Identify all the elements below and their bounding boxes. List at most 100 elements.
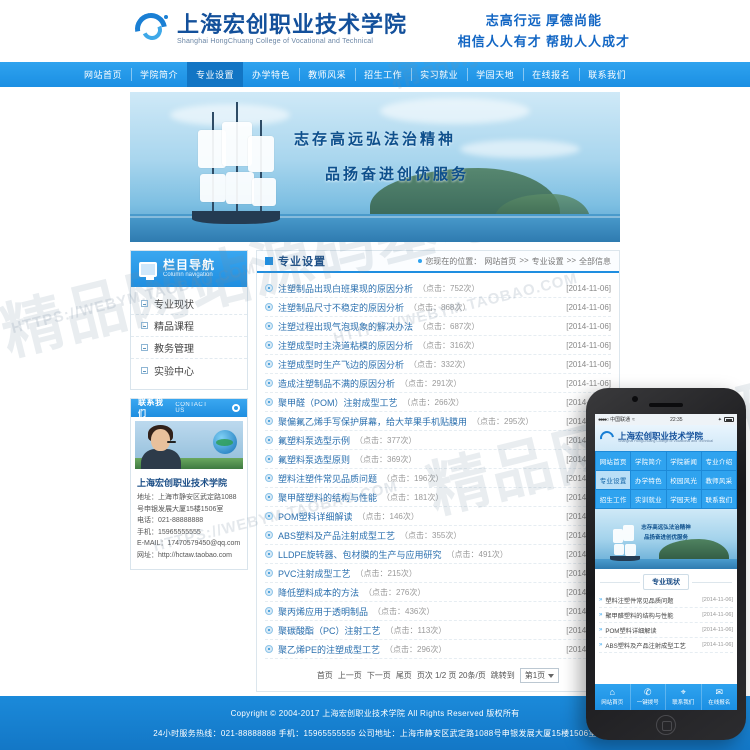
article-row[interactable]: POM塑料详细解读（点击：146次）[2014-11-06] [265, 507, 611, 526]
contact-email: E-MAIL：17470579450@qq.com [137, 540, 241, 548]
phone-nav-item-11[interactable]: 学园天地 [666, 490, 701, 508]
phone-article-row[interactable]: » POM塑料详细解读 [2014-11-06] [599, 623, 733, 638]
article-row[interactable]: 聚乙烯PE的注塑成型工艺（点击：296次）[2014-11-06] [265, 640, 611, 659]
article-row[interactable]: 注塑制品尺寸不稳定的原因分析 （点击：868次） [2014-11-06] [265, 298, 611, 317]
pager-next[interactable]: 下一页 [367, 670, 391, 681]
phone-article-row[interactable]: » 塑料注塑件常见品质问题 [2014-11-06] [599, 593, 733, 608]
nav-item-9[interactable]: 在线报名 [523, 62, 579, 87]
article-title[interactable]: 造成注塑制品不满的原因分析 [278, 377, 395, 390]
nav-item-1[interactable]: 网站首页 [75, 62, 131, 87]
article-title[interactable]: 注塑制品出现白班果现的原因分析 [278, 282, 413, 295]
phone-article-row[interactable]: » 聚甲醛塑料的结构与性能 [2014-11-06] [599, 608, 733, 623]
page-select[interactable]: 第1页 [519, 668, 560, 683]
article-title[interactable]: 聚丙烯应用于透明制品 [278, 605, 368, 618]
sidebar-item-label: 精品课程 [154, 322, 194, 333]
phone-nav-item-2[interactable]: 学院简介 [631, 452, 666, 470]
article-row[interactable]: 聚甲醛塑料的结构与性能（点击：181次）[2014-11-06] [265, 488, 611, 507]
pager-prev[interactable]: 上一页 [338, 670, 362, 681]
page-title: 专业设置 [278, 256, 326, 268]
phone-article-row[interactable]: » ABS塑料及产品注射成型工艺 [2014-11-06] [599, 638, 733, 653]
pager-first[interactable]: 首页 [317, 670, 333, 681]
article-row[interactable]: PVC注射成型工艺（点击：215次）[2014-11-06] [265, 564, 611, 583]
phone-article-title[interactable]: ABS塑料及产品注射成型工艺 [605, 641, 699, 650]
article-row[interactable]: 氟塑料泵选型原则（点击：369次）[2014-11-06] [265, 450, 611, 469]
article-title[interactable]: 塑料注塑件常见品质问题 [278, 472, 377, 485]
article-title[interactable]: 聚甲醛塑料的结构与性能 [278, 491, 377, 504]
article-row[interactable]: 氟塑料泵选型示例（点击：377次）[2014-11-06] [265, 431, 611, 450]
article-title[interactable]: 注塑成型时生产飞边的原因分析 [278, 358, 404, 371]
phone-article-title[interactable]: 聚甲醛塑料的结构与性能 [605, 611, 699, 620]
phone-nav-item-8[interactable]: 教师风采 [701, 471, 736, 489]
article-title[interactable]: 注塑成型时主浇道粘模的原因分析 [278, 339, 413, 352]
article-title[interactable]: 降低塑料成本的方法 [278, 586, 359, 599]
pager-last[interactable]: 尾页 [396, 670, 412, 681]
nav-item-4[interactable]: 办学特色 [243, 62, 299, 87]
contact-header: 联系我们 CONTACT US [131, 398, 247, 418]
home-icon: ⌂ [609, 687, 615, 697]
nav-item-2[interactable]: 学院简介 [131, 62, 187, 87]
article-row[interactable]: 降低塑料成本的方法（点击：276次）[2014-11-06] [265, 583, 611, 602]
phone-nav-item-4[interactable]: 专业介绍 [701, 452, 736, 470]
nav-item-3[interactable]: 专业设置 [187, 62, 244, 87]
phone-nav-item-10[interactable]: 实训就业 [631, 490, 666, 508]
article-row[interactable]: 聚碳酸酯（PC）注射工艺（点击：113次）[2014-11-06] [265, 621, 611, 640]
article-row[interactable]: 注塑成型时生产飞边的原因分析 （点击：332次） [2014-11-06] [265, 355, 611, 374]
sidebar-item-3[interactable]: 教务管理 [131, 337, 247, 359]
site-logo[interactable]: 上海宏创职业技术学院 Shanghai HongChuang College o… [128, 6, 407, 52]
article-row[interactable]: 聚甲醛（POM）注射成型工艺（点击：266次）[2014-11-06] [265, 393, 611, 412]
article-title[interactable]: 聚碳酸酯（PC）注射工艺 [278, 624, 381, 637]
phone-nav-item-12[interactable]: 联系我们 [701, 490, 736, 508]
article-title[interactable]: 注塑过程出现气泡现象的解决办法 [278, 320, 413, 333]
article-title[interactable]: 注塑制品尺寸不稳定的原因分析 [278, 301, 404, 314]
article-row[interactable]: 造成注塑制品不满的原因分析 （点击：291次） [2014-11-06] [265, 374, 611, 393]
phone-nav-item-5[interactable]: 专业设置 [596, 471, 631, 489]
nav-item-7[interactable]: 实习就业 [411, 62, 467, 87]
home-button[interactable] [656, 715, 676, 735]
sidebar-item-2[interactable]: 精品课程 [131, 315, 247, 337]
article-title[interactable]: ABS塑料及产品注射成型工艺 [278, 529, 395, 542]
nav-item-8[interactable]: 学园天地 [467, 62, 523, 87]
sidebar-item-4[interactable]: 实验中心 [131, 359, 247, 381]
breadcrumb-link-1[interactable]: 网站首页 [484, 256, 516, 267]
phone-article-title[interactable]: POM塑料详细解读 [605, 626, 699, 635]
article-row[interactable]: 注塑过程出现气泡现象的解决办法 （点击：687次） [2014-11-06] [265, 317, 611, 336]
article-title[interactable]: 聚偏氟乙烯手写保护屏幕，给大苹果手机贴膜用 [278, 415, 467, 428]
nav-item-6[interactable]: 招生工作 [355, 62, 411, 87]
phone-tab-网站首页[interactable]: ⌂ 网站首页 [595, 684, 631, 710]
nav-item-10[interactable]: 联系我们 [579, 62, 635, 87]
phone-tab-联系我们[interactable]: ⌖ 联系我们 [666, 684, 702, 710]
article-row[interactable]: 注塑成型时主浇道粘模的原因分析 （点击：316次） [2014-11-06] [265, 336, 611, 355]
article-row[interactable]: 塑料注塑件常见品质问题（点击：196次）[2014-11-06] [265, 469, 611, 488]
phone-nav-item-1[interactable]: 网站首页 [596, 452, 631, 470]
breadcrumb-dot-icon [418, 259, 423, 263]
article-title[interactable]: 氟塑料泵选型原则 [278, 453, 350, 466]
article-title[interactable]: 氟塑料泵选型示例 [278, 434, 350, 447]
article-title[interactable]: LLDPE旋转器、包材膜的生产与应用研究 [278, 548, 442, 561]
article-title[interactable]: 聚乙烯PE的注塑成型工艺 [278, 643, 380, 656]
article-row[interactable]: 聚偏氟乙烯手写保护屏幕，给大苹果手机贴膜用（点击：295次）[2014-11-0… [265, 412, 611, 431]
phone-tab-一键拨号[interactable]: ✆ 一键拨号 [631, 684, 666, 710]
article-row[interactable]: 聚丙烯应用于透明制品（点击：436次）[2014-11-06] [265, 602, 611, 621]
breadcrumb-link-3[interactable]: 全部信息 [579, 256, 611, 267]
contact-mobile: 手机：15965555555 [137, 528, 201, 536]
phone-nav-item-3[interactable]: 学院新闻 [666, 452, 701, 470]
nav-item-5[interactable]: 教师风采 [299, 62, 355, 87]
phone-nav-item-6[interactable]: 办学特色 [631, 471, 666, 489]
divider [600, 581, 640, 583]
article-row[interactable]: 注塑制品出现白班果现的原因分析 （点击：752次） [2014-11-06] [265, 279, 611, 298]
article-title[interactable]: 聚甲醛（POM）注射成型工艺 [278, 396, 398, 409]
column-nav-title-cn: 栏目导航 [163, 258, 216, 273]
phone-nav-item-9[interactable]: 招生工作 [596, 490, 631, 508]
phone-tab-在线报名[interactable]: ✉ 在线报名 [702, 684, 738, 710]
phone-nav-item-7[interactable]: 校园风光 [666, 471, 701, 489]
header-slogan: 志高行远 厚德尚能 相信人人有才 帮助人人成才 [458, 11, 630, 53]
sidebar-item-1[interactable]: 专业现状 [131, 293, 247, 315]
breadcrumb-link-2[interactable]: 专业设置 [532, 256, 564, 267]
phone-article-title[interactable]: 塑料注塑件常见品质问题 [605, 596, 699, 605]
article-title[interactable]: PVC注射成型工艺 [278, 567, 351, 580]
article-hits: （点击：215次） [355, 568, 417, 578]
phone-logo[interactable]: 上海宏创职业技术学院 Shanghai HongChuang College o… [595, 425, 737, 451]
article-title[interactable]: POM塑料详细解读 [278, 510, 353, 523]
article-row[interactable]: ABS塑料及产品注射成型工艺（点击：355次）[2014-11-06] [265, 526, 611, 545]
article-row[interactable]: LLDPE旋转器、包材膜的生产与应用研究（点击：491次）[2014-11-06… [265, 545, 611, 564]
